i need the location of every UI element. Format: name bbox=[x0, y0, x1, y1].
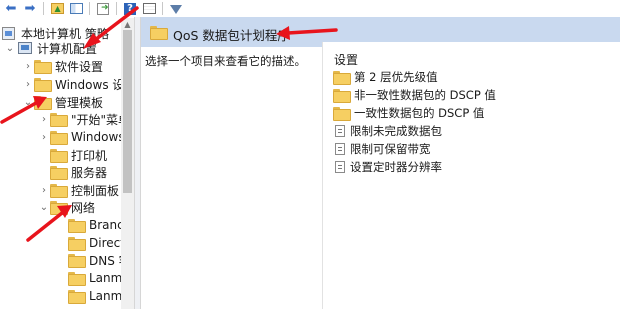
tree-node-label: Direct bbox=[89, 236, 125, 250]
help-icon[interactable]: ? bbox=[122, 2, 138, 16]
tree-node-start-menu[interactable]: › "开始"菜单 bbox=[38, 110, 130, 128]
folder-icon bbox=[34, 60, 52, 74]
tree-node-label: 管理模板 bbox=[55, 95, 104, 110]
setting-label: 限制未完成数据包 bbox=[350, 124, 442, 138]
folder-icon bbox=[68, 254, 86, 268]
back-arrow-icon[interactable]: ⬅ bbox=[3, 2, 19, 16]
setting-item-layer2-priority[interactable]: 第 2 层优先级值 bbox=[333, 68, 438, 86]
chevron-down-icon[interactable]: ⌄ bbox=[22, 93, 34, 111]
toolbar-separator bbox=[89, 2, 90, 15]
computer-policy-icon bbox=[2, 26, 15, 40]
chevron-right-icon[interactable]: › bbox=[38, 128, 50, 146]
folder-icon bbox=[34, 78, 52, 92]
up-folder-icon[interactable]: ▲ bbox=[49, 2, 65, 16]
tree-node-windows-settings[interactable]: › Windows 设置 bbox=[22, 75, 136, 93]
filter-icon[interactable] bbox=[168, 2, 184, 16]
setting-item-conforming-dscp[interactable]: 一致性数据包的 DSCP 值 bbox=[333, 104, 484, 122]
tree-node-label: 打印机 bbox=[71, 148, 108, 163]
folder-icon bbox=[50, 166, 68, 180]
setting-label: 限制可保留带宽 bbox=[350, 142, 431, 156]
forward-arrow-icon[interactable]: ➡ bbox=[22, 2, 38, 16]
pane-splitter[interactable] bbox=[134, 17, 141, 309]
policy-setting-icon bbox=[335, 161, 345, 173]
tree-node-label: 控制面板 bbox=[71, 183, 120, 198]
tree-node-label: 服务器 bbox=[71, 165, 108, 180]
folder-icon bbox=[34, 96, 52, 110]
tree-node-label: Windows bbox=[71, 130, 125, 144]
settings-column-header[interactable]: 设置 bbox=[334, 51, 358, 68]
setting-label: 第 2 层优先级值 bbox=[354, 70, 438, 84]
toolbar-separator bbox=[116, 2, 117, 15]
chevron-right-icon[interactable]: › bbox=[22, 75, 34, 93]
policy-setting-icon bbox=[335, 125, 345, 137]
tree-node-printers[interactable]: 打印机 bbox=[50, 146, 107, 164]
policy-setting-icon bbox=[335, 143, 345, 155]
setting-label: 设置定时器分辨率 bbox=[350, 160, 442, 174]
setting-item-limit-bandwidth[interactable]: 限制可保留带宽 bbox=[333, 140, 431, 158]
tree-node-admin-templates[interactable]: ⌄ 管理模板 bbox=[22, 93, 103, 111]
setting-item-timer-resolution[interactable]: 设置定时器分辨率 bbox=[333, 158, 442, 176]
tree-node-network[interactable]: ⌄ 网络 bbox=[38, 198, 95, 216]
properties-icon[interactable] bbox=[141, 2, 157, 16]
toolbar-separator bbox=[43, 2, 44, 15]
tree-node-software-settings[interactable]: › 软件设置 bbox=[22, 57, 103, 75]
setting-item-limit-outstanding[interactable]: 限制未完成数据包 bbox=[333, 122, 442, 140]
folder-icon bbox=[50, 131, 68, 145]
tree-node-windows-components[interactable]: › Windows bbox=[38, 128, 125, 146]
chevron-right-icon[interactable]: › bbox=[22, 57, 34, 75]
page-title: QoS 数据包计划程序 bbox=[173, 28, 290, 43]
description-text: 选择一个项目来查看它的描述。 bbox=[145, 54, 306, 68]
chevron-down-icon[interactable]: ⌄ bbox=[38, 198, 50, 216]
tree-node-control-panel[interactable]: › 控制面板 bbox=[38, 181, 119, 199]
folder-icon bbox=[68, 272, 86, 286]
tree-node-label: 计算机配置 bbox=[37, 41, 98, 56]
chevron-right-icon[interactable]: › bbox=[38, 110, 50, 128]
toolbar-separator bbox=[162, 2, 163, 15]
setting-item-nonconforming-dscp[interactable]: 非一致性数据包的 DSCP 值 bbox=[333, 86, 496, 104]
folder-icon bbox=[50, 149, 68, 163]
folder-icon bbox=[333, 89, 351, 103]
scroll-up-icon[interactable]: ▲ bbox=[121, 18, 134, 30]
folder-icon bbox=[50, 201, 68, 215]
export-list-icon[interactable]: ➜ bbox=[95, 2, 111, 16]
computer-icon bbox=[18, 42, 32, 54]
folder-icon bbox=[50, 113, 68, 127]
setting-label: 非一致性数据包的 DSCP 值 bbox=[354, 88, 496, 102]
folder-icon bbox=[68, 237, 86, 251]
tree-node-label: 网络 bbox=[71, 200, 96, 215]
tree-node-directaccess[interactable]: Direct bbox=[68, 234, 125, 252]
folder-icon bbox=[333, 71, 351, 85]
tree-node-server[interactable]: 服务器 bbox=[50, 163, 107, 181]
toolbar: ⬅ ➡ ▲ ➜ ? bbox=[0, 0, 620, 17]
tree-node-computer-config[interactable]: ⌄ 计算机配置 bbox=[4, 39, 97, 57]
folder-icon bbox=[68, 290, 86, 304]
chevron-right-icon[interactable]: › bbox=[38, 181, 50, 199]
show-hide-tree-icon[interactable] bbox=[68, 2, 84, 16]
folder-icon bbox=[333, 107, 351, 121]
folder-icon bbox=[150, 26, 168, 40]
folder-icon bbox=[68, 219, 86, 233]
folder-icon bbox=[50, 184, 68, 198]
tree-node-label: 软件设置 bbox=[55, 59, 104, 74]
chevron-down-icon[interactable]: ⌄ bbox=[4, 39, 16, 57]
setting-label: 一致性数据包的 DSCP 值 bbox=[354, 106, 485, 120]
scrollbar-thumb[interactable] bbox=[123, 30, 132, 193]
